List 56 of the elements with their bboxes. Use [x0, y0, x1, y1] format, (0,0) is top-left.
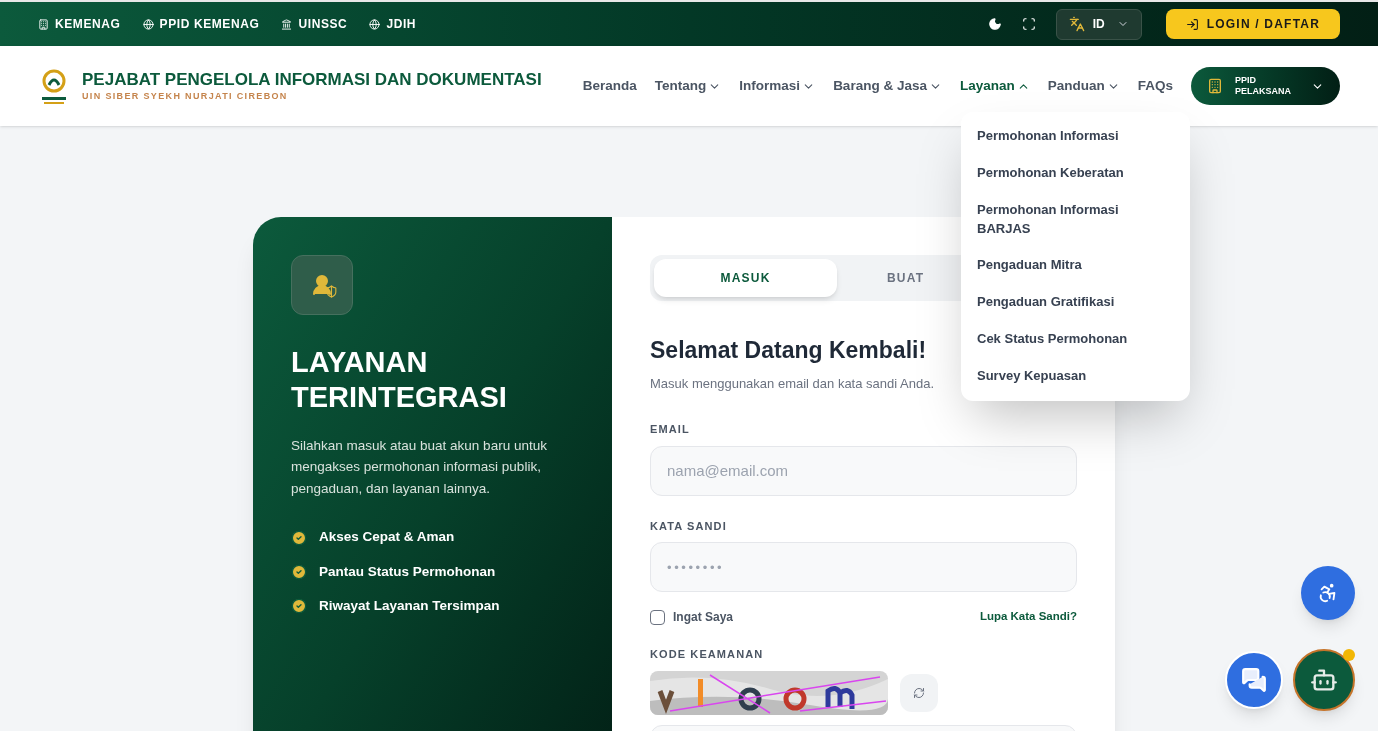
promo-title: LAYANAN TERINTEGRASI	[291, 345, 508, 415]
refresh-icon	[913, 686, 925, 699]
login-button[interactable]: LOGIN / DAFTAR	[1165, 9, 1340, 39]
feature-text: Pantau Status Permohonan	[319, 562, 496, 581]
menu-item[interactable]: Permohonan Informasi BARJAS	[961, 191, 1190, 248]
field-label: EMAIL	[650, 422, 691, 437]
nav-link[interactable]: Layanan	[959, 75, 1030, 97]
form-heading: Selamat Datang Kembali!	[650, 336, 927, 365]
site-subtitle: UIN SIBER SYEKH NURJATI CIREBON	[82, 89, 289, 103]
check-icon	[291, 529, 307, 546]
menu-item[interactable]: Pengaduan Gratifikasi	[961, 284, 1190, 322]
language-icon	[1068, 16, 1085, 32]
forgot-password-link[interactable]: Lupa Kata Sandi?	[979, 608, 1077, 626]
nav-link[interactable]: Beranda	[582, 75, 637, 97]
field-label: KATA SANDI	[650, 518, 728, 534]
top-link[interactable]: JDIH	[369, 15, 417, 33]
login-icon	[1185, 17, 1199, 31]
nav-link[interactable]: Tentang	[654, 75, 722, 97]
menu-item[interactable]: Permohonan Informasi	[961, 118, 1190, 155]
remember-checkbox[interactable]	[650, 609, 665, 625]
accessibility-button[interactable]	[1301, 566, 1355, 620]
chat-button[interactable]	[1225, 651, 1283, 709]
moon-icon[interactable]	[987, 17, 1002, 31]
feature-text: Akses Cepat & Aman	[319, 528, 455, 547]
check-icon	[291, 563, 307, 580]
nav-link[interactable]: FAQs	[1137, 75, 1173, 97]
form-subtitle: Masuk menggunakan email dan kata sandi Anda.	[650, 374, 935, 393]
nav-link[interactable]: Informasi	[739, 75, 816, 97]
top-link[interactable]: PPID KEMENAG	[142, 15, 260, 33]
fullscreen-icon[interactable]	[1021, 17, 1036, 31]
check-icon	[291, 598, 307, 614]
top-link[interactable]: KEMENAG	[38, 15, 121, 33]
language-selector[interactable]: ID	[1055, 8, 1142, 40]
chat-icon	[1241, 667, 1267, 693]
tab[interactable]: MASUK	[654, 259, 837, 297]
menu-item[interactable]: Cek Status Permohonan	[961, 321, 1190, 358]
globe-icon	[369, 18, 381, 30]
building-icon	[1207, 78, 1223, 94]
building-icon	[38, 18, 49, 30]
chatbot-button[interactable]	[1293, 649, 1355, 711]
bank-icon	[281, 18, 293, 30]
nav-link[interactable]: Panduan	[1047, 75, 1120, 97]
field-label: KODE KEAMANAN	[650, 647, 765, 662]
remember-label: Ingat Saya	[673, 609, 734, 626]
promo-description: Silahkan masuk atau buat akun baru untuk mengakses permohonan informasi publik, pengaduan, dan layanan lainnya.	[291, 436, 548, 498]
ppid-button[interactable]: PPID PELAKSANA	[1191, 67, 1340, 105]
menu-item[interactable]: Pengaduan Mitra	[961, 247, 1190, 285]
nav-link[interactable]: Barang & Jasa	[833, 75, 942, 97]
user-shield-icon	[291, 255, 353, 315]
email-field[interactable]: nama@email.com	[650, 445, 1077, 496]
site-title: PEJABAT PENGELOLA INFORMASI DAN DOKUMENTASI	[82, 68, 542, 90]
menu-item[interactable]: Permohonan Keberatan	[961, 154, 1190, 192]
globe-icon	[142, 18, 154, 30]
feature-text: Riwayat Layanan Tersimpan	[319, 596, 500, 615]
top-link[interactable]: UINSSC	[281, 15, 348, 33]
menu-item[interactable]: Survey Kepuasan	[961, 357, 1190, 395]
